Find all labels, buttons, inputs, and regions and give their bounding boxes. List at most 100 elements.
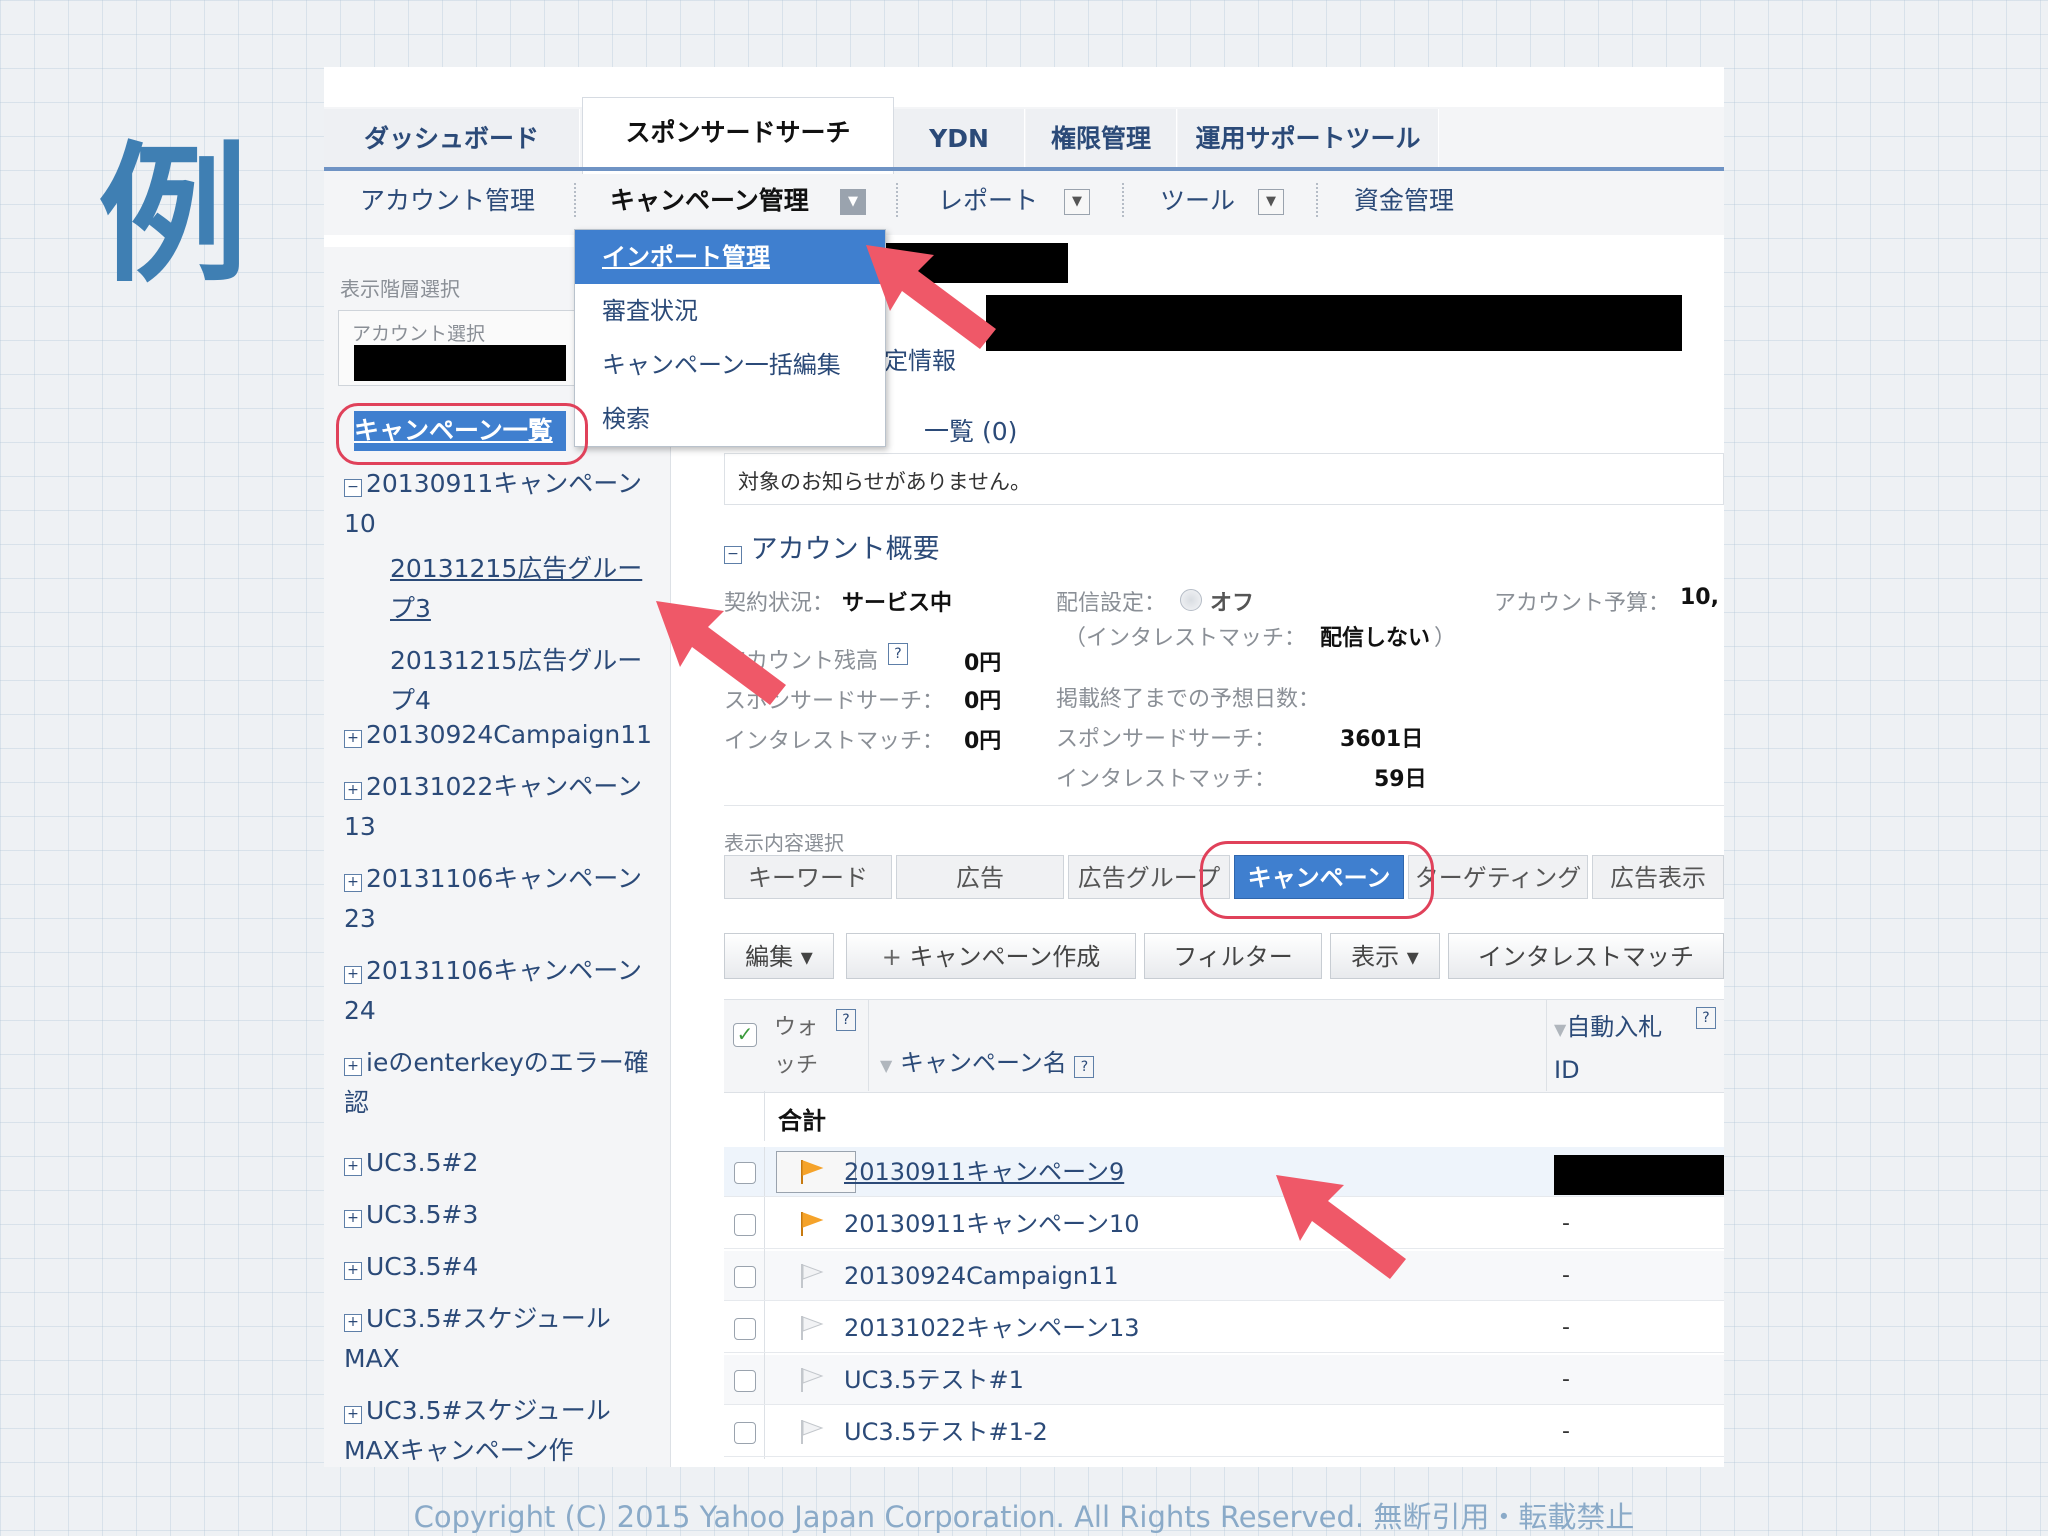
tree-item[interactable]: + UC3.5#2	[344, 1143, 654, 1183]
redacted-block	[1554, 1155, 1724, 1195]
select-all-checkbox[interactable]: ✓	[733, 1023, 757, 1047]
collapse-icon[interactable]: −	[344, 479, 362, 497]
flag-icon[interactable]	[796, 1261, 826, 1291]
annotation-arrow	[656, 601, 786, 705]
filter-button[interactable]: フィルター	[1144, 933, 1322, 979]
auto-bid-header[interactable]: ▼自動入札ID	[1554, 1007, 1684, 1090]
subtab-funds[interactable]: 資金管理	[1354, 179, 1454, 223]
divider	[724, 1196, 1724, 1197]
expand-icon[interactable]: +	[344, 874, 362, 892]
tab-sponsored-search[interactable]: スポンサードサーチ	[582, 97, 894, 174]
tree-item[interactable]: + UC3.5#スケジュールMAXキャンペーン作	[344, 1391, 654, 1467]
flag-icon[interactable]	[796, 1365, 826, 1395]
subtab-account[interactable]: アカウント管理	[360, 179, 535, 223]
create-campaign-button[interactable]: + キャンペーン作成	[846, 933, 1136, 979]
row-checkbox[interactable]	[734, 1370, 756, 1392]
select-ad-display[interactable]: 広告表示	[1592, 855, 1724, 899]
total-label: 合計	[778, 1107, 826, 1135]
row-checkbox[interactable]	[734, 1266, 756, 1288]
tree-item[interactable]: + UC3.5#スケジュールMAX	[344, 1299, 654, 1379]
balance-value: 0円	[964, 651, 1002, 676]
tree-item[interactable]: + ieのenterkeyのエラー確認	[344, 1043, 654, 1123]
tree-item[interactable]: +20131106キャンペーン24	[344, 951, 654, 1031]
divider	[1546, 999, 1547, 1091]
subtab-tool[interactable]: ツール	[1160, 179, 1235, 223]
expand-icon[interactable]: +	[344, 1314, 362, 1332]
interest-match-button[interactable]: インタレストマッチ	[1448, 933, 1724, 979]
row-checkbox[interactable]	[734, 1422, 756, 1444]
flag-icon[interactable]	[796, 1157, 826, 1187]
flag-icon[interactable]	[796, 1417, 826, 1447]
select-targeting[interactable]: ターゲティング	[1408, 855, 1588, 899]
tab-ydn[interactable]: YDN	[894, 109, 1025, 169]
chevron-down-icon[interactable]: ▼	[1258, 189, 1284, 215]
flag-icon[interactable]	[796, 1313, 826, 1343]
contract-value: サービス中	[842, 591, 953, 616]
subtab-campaign[interactable]: キャンペーン管理	[610, 179, 809, 223]
expand-icon[interactable]: +	[344, 1406, 362, 1424]
tab-dashboard[interactable]: ダッシュボード	[324, 109, 580, 169]
divider	[724, 1300, 1724, 1301]
tab-support-tools[interactable]: 運用サポートツール	[1178, 109, 1439, 169]
table-row[interactable]: 20130924Campaign11 -	[724, 1251, 1724, 1303]
campaign-dropdown-menu: インポート管理 審査状況 キャンペーン一括編集 検索	[574, 229, 886, 447]
divider	[764, 1251, 765, 1303]
expand-icon[interactable]: +	[344, 1158, 362, 1176]
subtab-report[interactable]: レポート	[938, 179, 1038, 223]
help-icon[interactable]: ?	[1696, 1007, 1716, 1029]
ss-balance-value: 0円	[964, 689, 1002, 714]
auto-bid-value: -	[1562, 1211, 1570, 1236]
collapse-icon[interactable]: −	[724, 546, 742, 564]
tree-item[interactable]: −20130911キャンペーン10	[344, 464, 654, 544]
table-row[interactable]: UC3.5テスト#1 -	[724, 1355, 1724, 1407]
campaign-name[interactable]: 20130911キャンペーン9	[844, 1147, 1124, 1197]
tree-adgroup-link[interactable]: 20131215広告グループ4	[390, 641, 660, 721]
content-select-label: 表示内容選択	[724, 831, 844, 855]
campaign-name-header[interactable]: ▼ キャンペーン名 ?	[880, 1043, 1095, 1078]
tree-item[interactable]: + UC3.5#3	[344, 1195, 654, 1235]
im-close: ）	[1434, 626, 1457, 651]
tree-item[interactable]: +20131106キャンペーン23	[344, 859, 654, 939]
tree-item[interactable]: +20131022キャンペーン13	[344, 767, 654, 847]
expand-icon[interactable]: +	[344, 966, 362, 984]
display-button[interactable]: 表示 ▾	[1330, 933, 1440, 979]
select-ad[interactable]: 広告	[896, 855, 1064, 899]
tree-item[interactable]: +20130924Campaign11	[344, 715, 654, 755]
annotation-arrow	[1276, 1175, 1406, 1279]
divider	[724, 1404, 1724, 1405]
radio-icon[interactable]	[1180, 589, 1202, 611]
row-checkbox[interactable]	[734, 1318, 756, 1340]
tree-item[interactable]: + UC3.5#4	[344, 1247, 654, 1287]
budget-label: アカウント予算：	[1494, 591, 1671, 616]
table-row[interactable]: UC3.5テスト#1-2 -	[724, 1407, 1724, 1459]
days-ss-value: 3601日	[1340, 727, 1424, 752]
select-keyword[interactable]: キーワード	[724, 855, 892, 899]
expand-icon[interactable]: +	[344, 1210, 362, 1228]
flag-icon[interactable]	[796, 1209, 826, 1239]
expand-icon[interactable]: +	[344, 730, 362, 748]
menu-item-import[interactable]: インポート管理	[575, 230, 885, 284]
chevron-down-icon[interactable]: ▼	[1064, 189, 1090, 215]
tab-permissions[interactable]: 権限管理	[1026, 109, 1177, 169]
notice-list-link[interactable]: 一覧 (0)	[924, 412, 1017, 448]
auto-bid-value: -	[1562, 1367, 1570, 1392]
row-checkbox[interactable]	[734, 1214, 756, 1236]
redacted-block	[986, 295, 1682, 351]
menu-item-search[interactable]: 検索	[575, 392, 885, 446]
expand-icon[interactable]: +	[344, 782, 362, 800]
redacted-block	[354, 345, 566, 381]
chevron-down-icon[interactable]: ▼	[840, 189, 866, 215]
table-row[interactable]: 20131022キャンペーン13 -	[724, 1303, 1724, 1355]
tree-adgroup-link[interactable]: 20131215広告グループ3	[390, 549, 660, 629]
row-checkbox[interactable]	[734, 1162, 756, 1184]
help-icon[interactable]: ?	[888, 643, 908, 665]
overview-title[interactable]: − アカウント概要	[724, 527, 940, 566]
expand-icon[interactable]: +	[344, 1058, 362, 1076]
menu-item-review-status[interactable]: 審査状況	[575, 284, 885, 338]
help-icon[interactable]: ?	[836, 1009, 856, 1031]
slide-title: 例	[98, 127, 249, 303]
expand-icon[interactable]: +	[344, 1262, 362, 1280]
table-row[interactable]: 20130911キャンペーン10 -	[724, 1199, 1724, 1251]
menu-item-bulk-edit[interactable]: キャンペーン一括編集	[575, 338, 885, 392]
edit-button[interactable]: 編集 ▾	[724, 933, 834, 979]
